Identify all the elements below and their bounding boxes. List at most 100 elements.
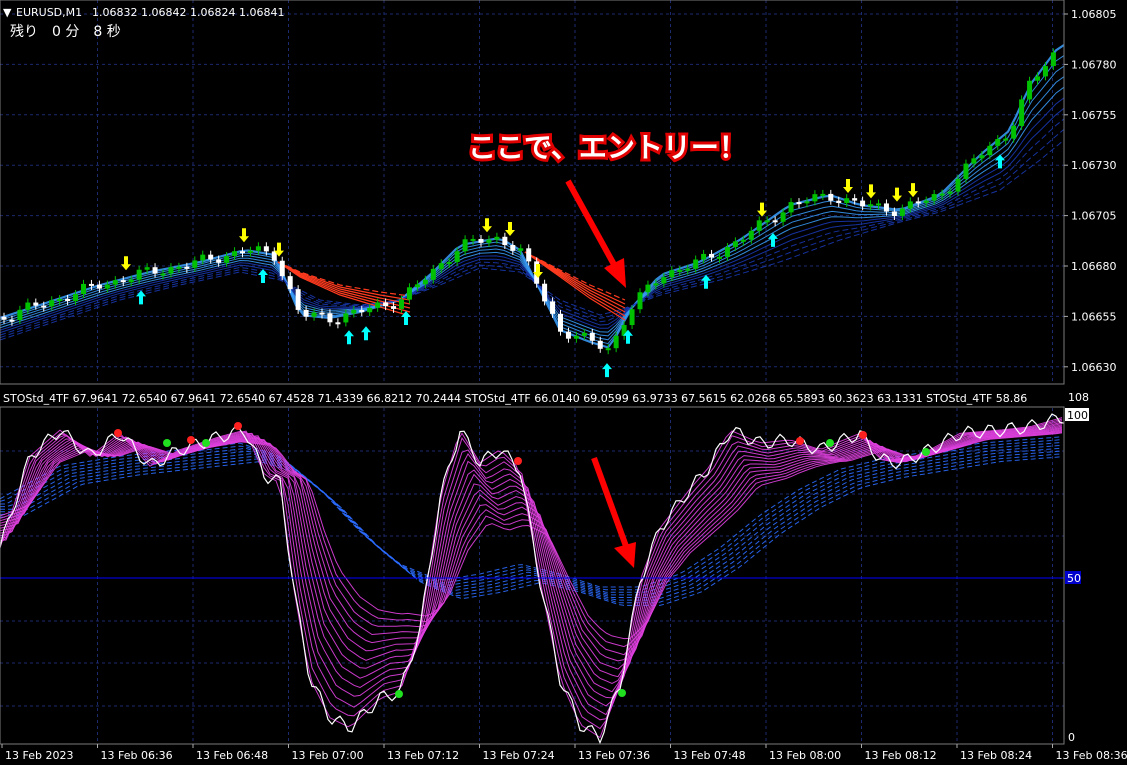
time-tick-label: 13 Feb 07:12 [387, 749, 459, 762]
time-tick-label: 13 Feb 07:48 [674, 749, 746, 762]
candle-body [128, 279, 134, 283]
price-tick-label: 1.06755 [1071, 109, 1117, 122]
candle-body [1011, 125, 1017, 139]
candle-body [343, 313, 349, 323]
candle-body [446, 262, 452, 265]
candle-body [518, 248, 524, 251]
time-tick-label: 13 Feb 06:36 [101, 749, 173, 762]
candle-body [454, 251, 460, 263]
candle-body [200, 254, 206, 261]
candle-body [613, 335, 619, 349]
ohlc-values: 1.06832 1.06842 1.06824 1.06841 [92, 6, 284, 19]
candle-body [65, 298, 71, 302]
candle-body [820, 193, 826, 196]
candle-body [1, 316, 7, 320]
candle-body [1042, 66, 1048, 77]
candle-body [49, 300, 55, 307]
time-tick-label: 13 Feb 2023 [5, 749, 73, 762]
candle-body [279, 260, 285, 277]
candle-body [788, 202, 794, 213]
candle-body [1019, 99, 1025, 126]
candle-body [693, 259, 699, 269]
candle-body [987, 145, 993, 156]
cross-dot-icon [395, 690, 403, 698]
candle-body [438, 263, 444, 269]
price-tick-label: 1.06655 [1071, 310, 1117, 323]
indicator-axis-100: 100 [1067, 409, 1088, 422]
indicator-axis-0: 0 [1068, 731, 1075, 744]
candle-body [573, 335, 579, 339]
candle-body [923, 200, 929, 203]
candle-body [152, 267, 158, 274]
candle-body [478, 238, 484, 243]
candle-body [565, 331, 571, 339]
candle-body [947, 191, 953, 194]
candle-body [311, 312, 317, 317]
candle-body [939, 193, 945, 196]
cross-dot-icon [114, 429, 122, 437]
candle-body [81, 283, 86, 295]
candle-body [907, 201, 913, 209]
candle-body [494, 236, 500, 240]
candle-body [367, 307, 373, 313]
candle-body [96, 284, 102, 289]
symbol-label: EURUSD,M1 [16, 6, 82, 19]
candle-body [701, 253, 707, 260]
candle-body [883, 203, 889, 212]
candle-body [995, 139, 1001, 146]
cross-dot-icon [163, 439, 171, 447]
candle-body [510, 245, 516, 251]
cross-dot-icon [234, 422, 242, 430]
price-tick-label: 1.06680 [1071, 260, 1117, 273]
candle-body [1003, 138, 1009, 141]
chart-canvas[interactable]: 1.06805 1.06780 1.06755 1.06730 1.06705 1.066… [0, 0, 1127, 765]
candle-body [430, 268, 436, 280]
candle-body [796, 202, 802, 205]
candle-body [295, 289, 301, 310]
candle-body [502, 236, 508, 246]
candle-body [677, 269, 683, 272]
candle-body [581, 332, 587, 336]
price-tick-label: 1.06730 [1071, 159, 1117, 172]
candle-body [351, 310, 357, 314]
candle-body [414, 284, 420, 288]
candle-body [645, 284, 651, 293]
cross-dot-icon [826, 439, 834, 447]
candle-body [868, 204, 874, 207]
symbol-dropdown-icon[interactable]: ▼ [3, 6, 12, 19]
candle-body [375, 302, 381, 308]
candle-body [709, 253, 715, 258]
time-tick-label: 13 Feb 08:24 [960, 749, 1032, 762]
candle-body [669, 270, 675, 278]
time-tick-label: 13 Feb 08:12 [865, 749, 937, 762]
candle-body [255, 246, 261, 251]
candle-body [168, 267, 174, 274]
candle-body [955, 178, 961, 192]
entry-annotation: ここで、エントリー！ [468, 131, 747, 164]
candle-body [653, 283, 659, 286]
candle-body [605, 348, 611, 351]
time-tick-label: 13 Feb 06:48 [196, 749, 268, 762]
candle-body [359, 310, 365, 313]
cross-dot-icon [922, 448, 930, 456]
candle-body [160, 273, 166, 276]
candle-body [486, 239, 492, 243]
candle-body [748, 230, 754, 240]
candle-body [685, 268, 691, 271]
candle-body [144, 267, 150, 270]
candle-body [17, 309, 23, 320]
cross-dot-icon [202, 439, 210, 447]
candle-body [33, 302, 39, 306]
candle-body [240, 251, 245, 254]
candle-body [120, 280, 126, 283]
candle-body [732, 241, 738, 248]
candle-body [812, 194, 818, 202]
candle-body [391, 306, 397, 309]
indicator-axis-top: 108 [1068, 391, 1089, 404]
candle-body [542, 283, 548, 302]
candle-body [756, 220, 762, 231]
candle-body [804, 201, 810, 204]
candle-body [406, 287, 412, 300]
candle-body [232, 251, 238, 257]
price-tick-label: 1.06780 [1071, 58, 1117, 71]
